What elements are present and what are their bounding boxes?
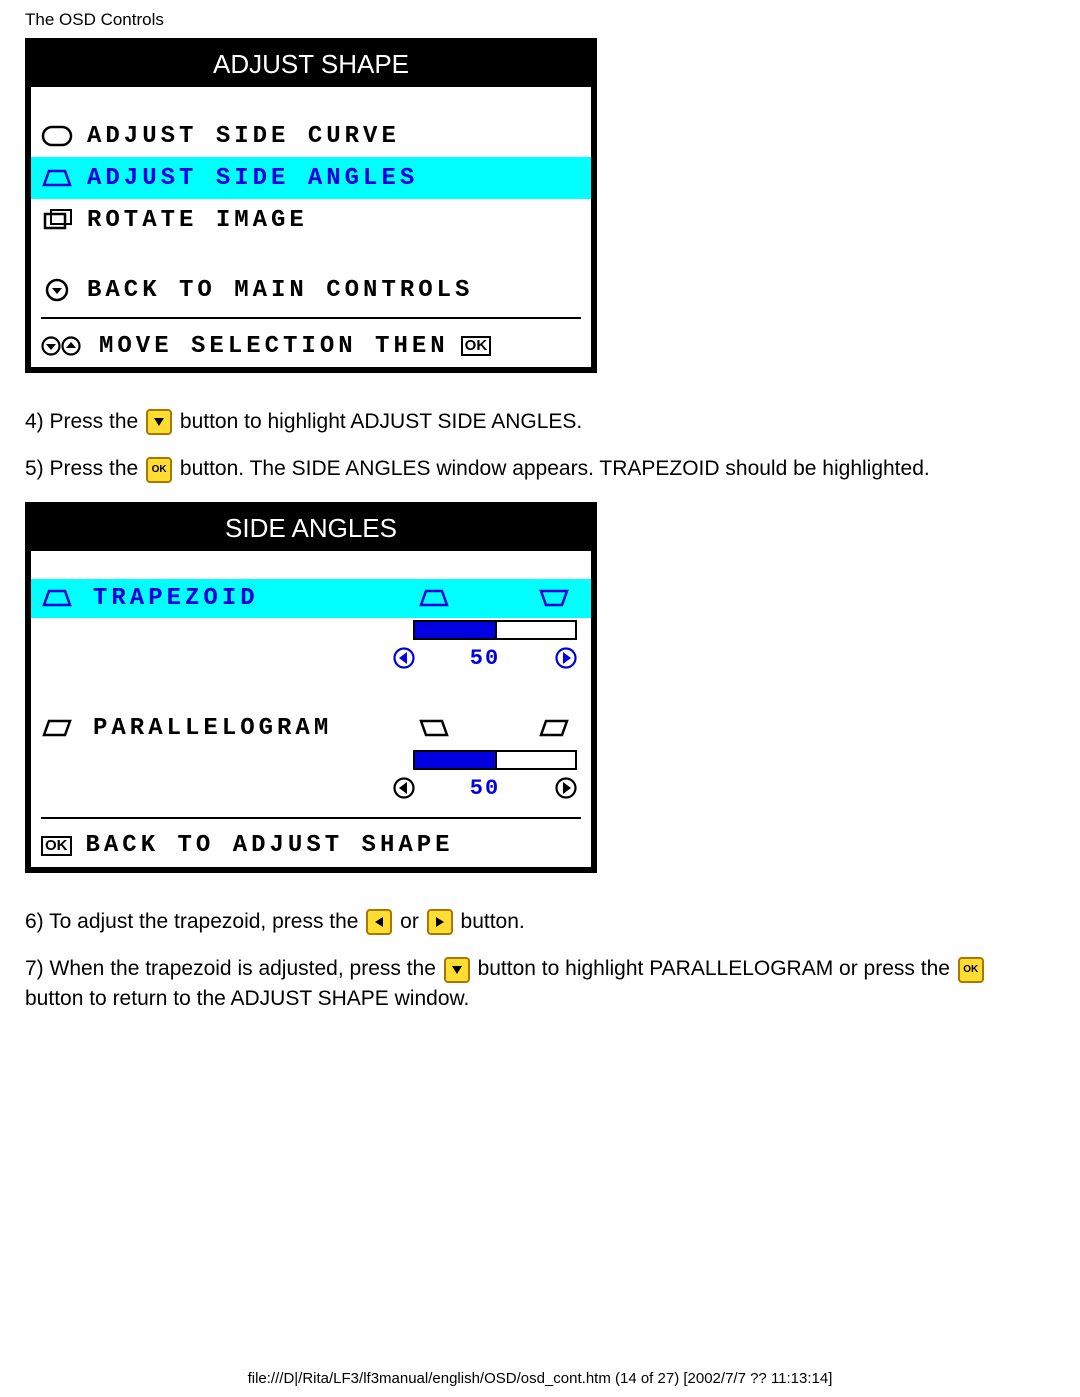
back-label: BACK TO ADJUST SHAPE bbox=[86, 832, 454, 859]
page-footer: file:///D|/Rita/LF3/lf3manual/english/OS… bbox=[0, 1370, 1080, 1387]
parallelogram-value: 50 bbox=[455, 776, 515, 801]
trapezoid-value: 50 bbox=[455, 646, 515, 671]
menu-label: ADJUST SIDE CURVE bbox=[87, 123, 400, 150]
right-arrow-icon[interactable] bbox=[555, 777, 577, 799]
menu-label: ADJUST SIDE ANGLES bbox=[87, 165, 418, 192]
text: button to return to the ADJUST SHAPE win… bbox=[25, 987, 469, 1010]
ok-icon: OK bbox=[461, 336, 492, 356]
parallelogram-shape-icons bbox=[393, 718, 581, 738]
osd-title: SIDE ANGLES bbox=[31, 508, 591, 551]
menu-item-adjust-side-angles[interactable]: ADJUST SIDE ANGLES bbox=[31, 157, 591, 199]
menu-item-rotate-image[interactable]: ROTATE IMAGE bbox=[31, 199, 591, 241]
left-arrow-icon[interactable] bbox=[393, 647, 415, 669]
parallelogram-icon bbox=[41, 717, 73, 739]
trapezoid-label: TRAPEZOID bbox=[93, 585, 393, 612]
text: button. The SIDE ANGLES window appears. … bbox=[180, 457, 930, 480]
right-button-icon bbox=[427, 909, 453, 935]
ok-button-icon: OK bbox=[958, 957, 984, 983]
osd-title: ADJUST SHAPE bbox=[31, 44, 591, 87]
text: 5) Press the bbox=[25, 457, 144, 480]
trapezoid-slider[interactable] bbox=[413, 620, 577, 640]
parallelogram-row[interactable]: PARALLELOGRAM bbox=[31, 709, 591, 748]
text: 6) To adjust the trapezoid, press the bbox=[25, 910, 364, 933]
spacer bbox=[31, 241, 591, 269]
text: 7) When the trapezoid is adjusted, press… bbox=[25, 957, 442, 980]
parallelogram-label: PARALLELOGRAM bbox=[93, 715, 393, 742]
rotate-icon bbox=[41, 209, 73, 231]
up-down-icons bbox=[41, 336, 85, 356]
text: button. bbox=[461, 910, 525, 933]
trapezoid-icon bbox=[41, 587, 73, 609]
spacer bbox=[31, 87, 591, 115]
menu-label: ROTATE IMAGE bbox=[87, 207, 308, 234]
down-button-icon bbox=[444, 957, 470, 983]
parallelogram-slider[interactable] bbox=[413, 750, 577, 770]
divider bbox=[41, 317, 581, 319]
menu-item-adjust-side-curve[interactable]: ADJUST SIDE CURVE bbox=[31, 115, 591, 157]
trapezoid-icon bbox=[41, 167, 73, 189]
menu-hint-row: MOVE SELECTION THEN OK bbox=[31, 325, 591, 367]
text: button to highlight ADJUST SIDE ANGLES. bbox=[180, 410, 582, 433]
step-7: 7) When the trapezoid is adjusted, press… bbox=[25, 954, 1055, 1013]
divider bbox=[41, 817, 581, 819]
osd-adjust-shape: ADJUST SHAPE ADJUST SIDE CURVE ADJUST SI… bbox=[25, 38, 597, 373]
down-circle-icon bbox=[41, 279, 73, 301]
step-4: 4) Press the button to highlight ADJUST … bbox=[25, 407, 1055, 436]
parallelogram-right-icon bbox=[539, 718, 569, 738]
spacer bbox=[31, 681, 591, 709]
step-5: 5) Press the OK button. The SIDE ANGLES … bbox=[25, 454, 1055, 483]
page-title: The OSD Controls bbox=[25, 10, 1055, 30]
ok-icon: OK bbox=[41, 836, 72, 856]
parallelogram-left-icon bbox=[419, 718, 449, 738]
back-to-adjust-shape[interactable]: OK BACK TO ADJUST SHAPE bbox=[31, 825, 591, 867]
parallelogram-slider-row: 50 bbox=[31, 748, 591, 811]
left-button-icon bbox=[366, 909, 392, 935]
menu-label: BACK TO MAIN CONTROLS bbox=[87, 277, 473, 304]
down-button-icon bbox=[146, 409, 172, 435]
trapezoid-slider-row: 50 bbox=[31, 618, 591, 681]
osd-side-angles: SIDE ANGLES TRAPEZOID bbox=[25, 502, 597, 873]
right-arrow-icon[interactable] bbox=[555, 647, 577, 669]
ok-button-icon: OK bbox=[146, 457, 172, 483]
hint-label: MOVE SELECTION THEN bbox=[99, 333, 449, 360]
trapezoid-shape-icons bbox=[393, 588, 581, 608]
left-arrow-icon[interactable] bbox=[393, 777, 415, 799]
spacer bbox=[31, 551, 591, 579]
trapezoid-narrow-top-icon bbox=[419, 588, 449, 608]
trapezoid-row[interactable]: TRAPEZOID bbox=[31, 579, 591, 618]
text: or bbox=[400, 910, 425, 933]
step-6: 6) To adjust the trapezoid, press the or… bbox=[25, 907, 1055, 936]
pincushion-icon bbox=[41, 125, 73, 147]
text: 4) Press the bbox=[25, 410, 144, 433]
menu-item-back-main[interactable]: BACK TO MAIN CONTROLS bbox=[31, 269, 591, 311]
trapezoid-wide-top-icon bbox=[539, 588, 569, 608]
text: button to highlight PARALLELOGRAM or pre… bbox=[478, 957, 956, 980]
